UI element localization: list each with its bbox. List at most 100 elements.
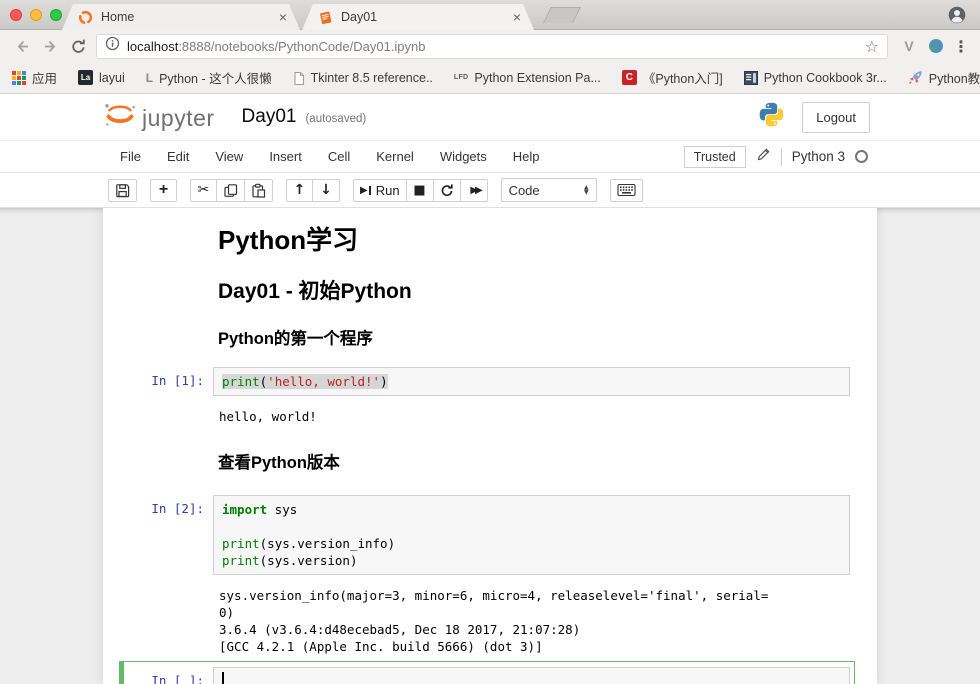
jupyter-wordmark[interactable]: jupyter: [142, 105, 215, 132]
markdown-heading1: Python学习: [213, 224, 877, 256]
bookmark-python-cookbook[interactable]: Python Cookbook 3r...: [744, 71, 887, 85]
interrupt-kernel-button[interactable]: ■: [407, 179, 434, 202]
forward-icon[interactable]: [36, 33, 64, 59]
cell-type-dropdown[interactable]: Code ▲▼: [501, 178, 597, 202]
code-input[interactable]: import sys print(sys.version_info)print(…: [213, 495, 850, 575]
url-text: localhost:8888/notebooks/PythonCode/Day0…: [127, 39, 426, 54]
move-cell-down-button[interactable]: ↓: [313, 179, 340, 202]
restart-kernel-button[interactable]: [434, 179, 461, 202]
back-icon[interactable]: [8, 33, 36, 59]
jupyter-toolbar: + ✂ ↑ ↓ ▶ Run ■ ▶▶ Code ▲▼: [0, 173, 980, 208]
bookmark-python-tutorial[interactable]: Python教程: [908, 68, 980, 87]
output-prompt: [103, 402, 213, 427]
bookmark-label: Python Extension Pa...: [474, 71, 600, 85]
book-cover-icon: [744, 71, 758, 85]
bookmark-python-intro[interactable]: C 《Python入门]: [622, 68, 723, 87]
code-cell-2[interactable]: In [2]: import sys print(sys.version_inf…: [103, 495, 877, 575]
rocket-icon: [908, 70, 923, 85]
tab-close-icon[interactable]: ×: [274, 10, 292, 24]
trusted-badge[interactable]: Trusted: [684, 146, 746, 168]
apps-grid-icon: [12, 71, 26, 85]
bookmark-label: 应用: [32, 68, 57, 87]
address-bar[interactable]: localhost:8888/notebooks/PythonCode/Day0…: [96, 34, 888, 59]
output-prompt: [103, 581, 213, 657]
output-cell-2: sys.version_info(major=3, minor=6, micro…: [103, 581, 877, 657]
tab-close-icon[interactable]: ×: [508, 10, 526, 24]
markdown-heading3-second: 查看Python版本: [213, 453, 877, 474]
cell-type-value: Code: [509, 183, 540, 198]
jupyter-menubar: File Edit View Insert Cell Kernel Widget…: [0, 140, 980, 173]
kernel-idle-indicator: [855, 150, 868, 163]
code-cell-3-selected[interactable]: In [ ]:: [119, 661, 855, 684]
red-c-icon: C: [622, 70, 637, 85]
window-minimize-button[interactable]: [30, 9, 42, 21]
input-prompt: In [ ]:: [124, 667, 213, 684]
code-cell-1[interactable]: In [1]: print('hello, world!'): [103, 367, 877, 396]
menu-widgets[interactable]: Widgets: [427, 149, 500, 164]
menu-edit[interactable]: Edit: [154, 149, 202, 164]
jupyter-logo-icon[interactable]: [103, 102, 137, 133]
bookmarks-bar: 应用 La layui L Python - 这个人很懒 Tkinter 8.5…: [0, 62, 980, 94]
bookmark-tkinter[interactable]: Tkinter 8.5 reference..: [293, 71, 433, 85]
jupyter-spinner-icon: [78, 10, 93, 25]
notebook-site: Python学习 Day01 - 初始Python Python的第一个程序 I…: [0, 208, 980, 684]
code-input-focused[interactable]: [213, 667, 850, 684]
window-zoom-button[interactable]: [50, 9, 62, 21]
tab-label: Day01: [341, 10, 508, 24]
letter-l-icon: L: [146, 71, 153, 85]
lfd-icon: LFD: [454, 74, 469, 81]
extension-v-icon[interactable]: V: [896, 38, 922, 54]
bookmark-layui[interactable]: La layui: [78, 70, 125, 85]
move-cell-up-button[interactable]: ↑: [286, 179, 313, 202]
info-icon[interactable]: [105, 36, 120, 56]
bookmark-label: Python - 这个人很懒: [159, 68, 272, 87]
page-icon: [293, 71, 305, 85]
bookmark-python-lazy[interactable]: L Python - 这个人很懒: [146, 68, 272, 87]
bookmark-label: 《Python入门]: [643, 68, 723, 87]
window-close-button[interactable]: [10, 9, 22, 21]
browser-toolbar: localhost:8888/notebooks/PythonCode/Day0…: [0, 30, 980, 62]
cut-cell-button[interactable]: ✂: [190, 179, 217, 202]
notebook-title[interactable]: Day01: [242, 106, 297, 128]
kernel-name: Python 3: [792, 149, 845, 164]
tab-label: Home: [101, 10, 274, 24]
paste-cell-button[interactable]: [245, 179, 273, 202]
bookmark-apps[interactable]: 应用: [12, 68, 57, 87]
python-logo-icon: [758, 101, 785, 133]
input-prompt: In [2]:: [103, 495, 213, 575]
menu-cell[interactable]: Cell: [315, 149, 363, 164]
new-tab-button[interactable]: [543, 7, 581, 23]
restart-run-all-button[interactable]: ▶▶: [461, 179, 488, 202]
bookmark-label: Tkinter 8.5 reference..: [311, 71, 433, 85]
output-text: sys.version_info(major=3, minor=6, micro…: [213, 581, 850, 657]
menu-file[interactable]: File: [120, 149, 154, 164]
bookmark-label: Python教程: [929, 68, 980, 87]
pencil-icon[interactable]: [756, 147, 771, 167]
copy-cell-button[interactable]: [217, 179, 245, 202]
orange-book-icon: [318, 10, 333, 25]
run-cell-button[interactable]: ▶ Run: [353, 179, 407, 202]
bookmark-python-extension[interactable]: LFD Python Extension Pa...: [454, 71, 601, 85]
markdown-heading3-first: Python的第一个程序: [213, 329, 877, 350]
browser-menu-icon[interactable]: ⋮: [950, 37, 972, 56]
save-button[interactable]: [108, 179, 137, 202]
menu-view[interactable]: View: [202, 149, 256, 164]
dropdown-carets-icon: ▲▼: [584, 185, 589, 195]
browser-profile-avatar[interactable]: [948, 6, 966, 24]
code-input[interactable]: print('hello, world!'): [213, 367, 850, 396]
autosave-status: (autosaved): [305, 109, 366, 125]
menu-kernel[interactable]: Kernel: [363, 149, 427, 164]
input-prompt: In [1]:: [103, 367, 213, 396]
logout-button[interactable]: Logout: [802, 102, 870, 133]
tab-day01[interactable]: Day01 ×: [302, 4, 534, 30]
text-cursor: [222, 672, 224, 684]
globe-extension-icon[interactable]: [922, 33, 950, 59]
notebook-container: Python学习 Day01 - 初始Python Python的第一个程序 I…: [103, 208, 877, 684]
reload-icon[interactable]: [64, 33, 92, 59]
tab-home[interactable]: Home ×: [62, 4, 300, 30]
menu-insert[interactable]: Insert: [256, 149, 315, 164]
add-cell-button[interactable]: +: [150, 179, 177, 202]
command-palette-button[interactable]: [610, 179, 643, 202]
bookmark-star-icon[interactable]: ☆: [865, 37, 879, 56]
menu-help[interactable]: Help: [500, 149, 553, 164]
